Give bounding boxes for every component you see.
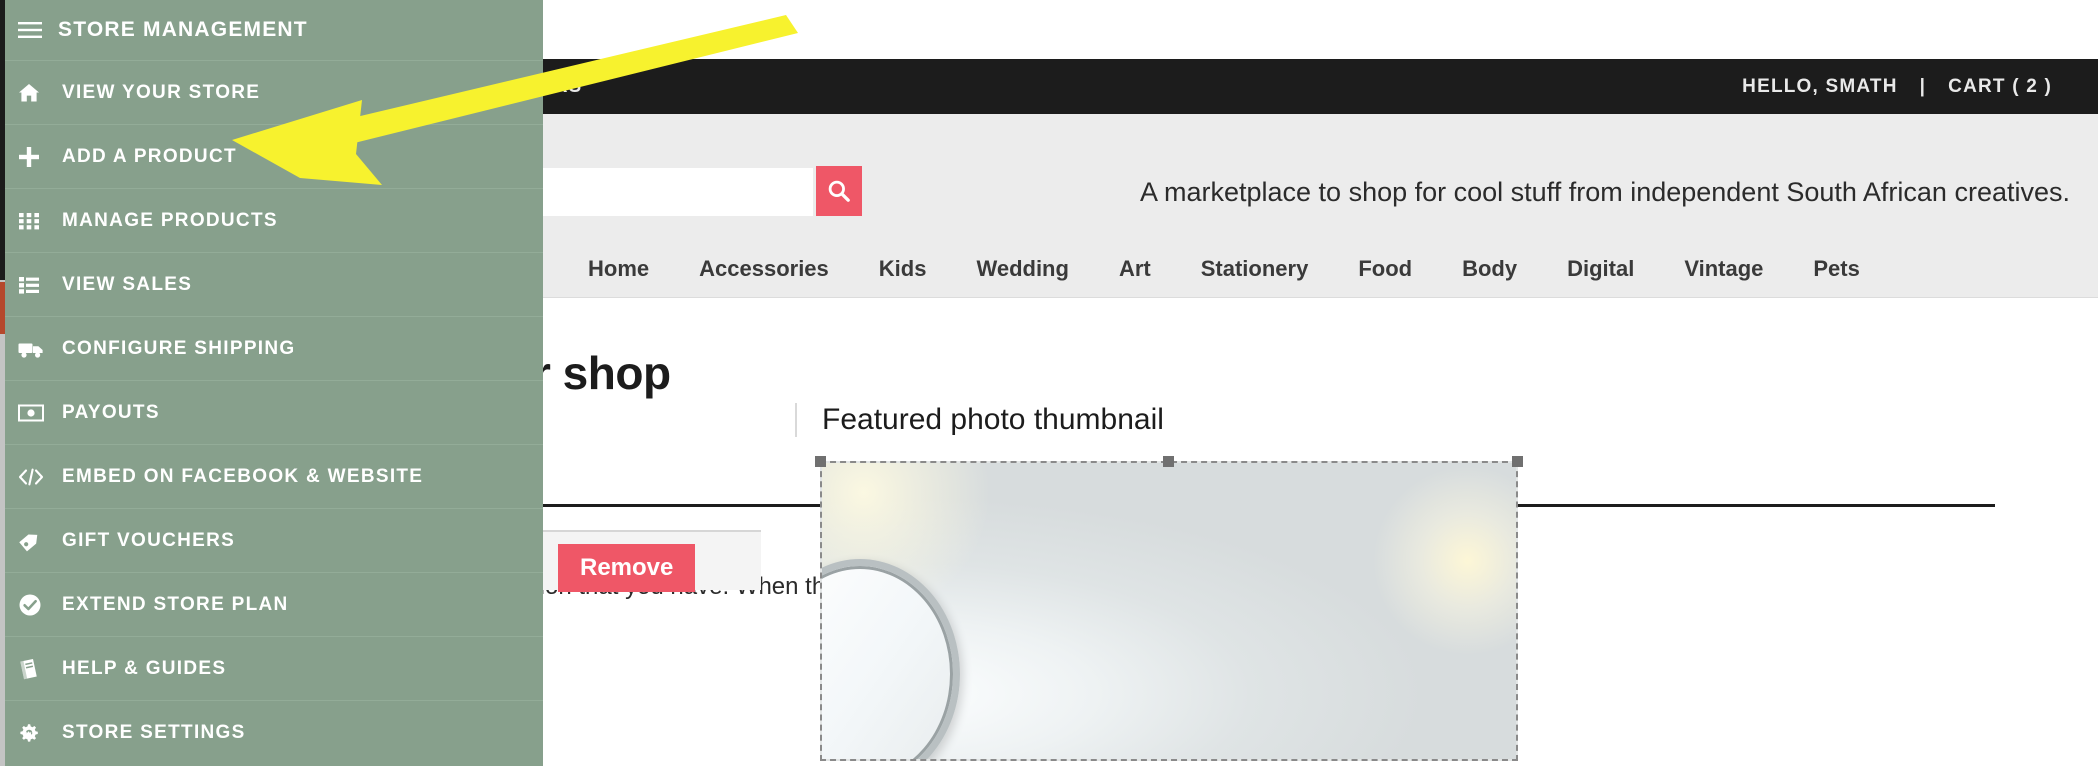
photo-lens-shape — [822, 559, 960, 759]
sidebar-item-manage-products[interactable]: MANAGE PRODUCTS — [0, 188, 543, 252]
selection-handle-top-center[interactable] — [1163, 456, 1174, 467]
book-icon — [18, 658, 62, 680]
selection-handle-top-right[interactable] — [1512, 456, 1523, 467]
page-title: r shop — [533, 347, 671, 399]
search-input[interactable] — [543, 168, 813, 216]
nav-item-digital[interactable]: Digital — [1542, 256, 1659, 282]
scrollbar-marker — [0, 282, 5, 334]
nav-item-home[interactable]: Home — [563, 256, 674, 282]
sidebar-item-view-your-store[interactable]: VIEW YOUR STORE — [0, 60, 543, 124]
category-nav: Home Accessories Kids Wedding Art Statio… — [543, 240, 2098, 298]
scrollbar-thumb[interactable] — [0, 0, 5, 280]
nav-item-pets[interactable]: Pets — [1788, 256, 1884, 282]
tag-icon — [18, 530, 62, 552]
list-icon — [18, 275, 62, 295]
plus-icon — [18, 146, 62, 168]
sidebar-item-label: CONFIGURE SHIPPING — [62, 337, 296, 359]
sidebar-item-gift-vouchers[interactable]: GIFT VOUCHERS — [0, 508, 543, 572]
check-circle-icon — [18, 593, 62, 617]
sidebar-item-view-sales[interactable]: VIEW SALES — [0, 252, 543, 316]
screenshot-root: MERS HELLO, SMATH | CART ( 2 ) A marketp… — [0, 0, 2098, 766]
truck-icon — [18, 339, 62, 359]
grid-icon — [18, 211, 62, 231]
nav-item-body[interactable]: Body — [1437, 256, 1542, 282]
nav-item-food[interactable]: Food — [1333, 256, 1437, 282]
sidebar-item-label: PAYOUTS — [62, 401, 160, 423]
home-icon — [18, 83, 62, 103]
nav-item-accessories[interactable]: Accessories — [674, 256, 854, 282]
nav-item-wedding[interactable]: Wedding — [951, 256, 1093, 282]
greeting-label[interactable]: HELLO, SMATH — [1720, 59, 1919, 114]
sidebar-item-label: VIEW YOUR STORE — [62, 81, 261, 103]
sidebar-item-help-and-guides[interactable]: HELP & GUIDES — [0, 636, 543, 700]
nav-item-vintage[interactable]: Vintage — [1659, 256, 1788, 282]
sidebar-header[interactable]: STORE MANAGEMENT — [0, 0, 543, 60]
money-icon — [18, 404, 62, 422]
upload-thumb-panel: Remove — [533, 530, 761, 592]
featured-photo-thumbnail[interactable] — [820, 461, 1518, 761]
sidebar-item-label: GIFT VOUCHERS — [62, 529, 236, 551]
sidebar-header-label: STORE MANAGEMENT — [58, 18, 308, 41]
sidebar-item-payouts[interactable]: PAYOUTS — [0, 380, 543, 444]
sidebar-item-label: STORE SETTINGS — [62, 721, 246, 743]
hamburger-menu-icon[interactable] — [18, 21, 42, 39]
sidebar-item-label: VIEW SALES — [62, 273, 193, 295]
featured-photo-section: Featured photo thumbnail — [795, 403, 1995, 437]
main-content: r shop tion that you have. When they're … — [533, 298, 2098, 766]
sidebar-item-extend-store-plan[interactable]: EXTEND STORE PLAN — [0, 572, 543, 636]
topbar-account-group: HELLO, SMATH | CART ( 2 ) — [1720, 59, 2074, 114]
code-icon — [18, 467, 62, 487]
selection-handle-top-left[interactable] — [815, 456, 826, 467]
sidebar-item-label: MANAGE PRODUCTS — [62, 209, 278, 231]
nav-item-kids[interactable]: Kids — [854, 256, 952, 282]
sidebar-item-configure-shipping[interactable]: CONFIGURE SHIPPING — [0, 316, 543, 380]
featured-photo-title: Featured photo thumbnail — [822, 403, 1164, 436]
remove-button[interactable]: Remove — [558, 544, 696, 592]
sidebar-item-add-a-product[interactable]: ADD A PRODUCT — [0, 124, 543, 188]
sidebar-item-label: HELP & GUIDES — [62, 657, 227, 679]
account-topbar: MERS HELLO, SMATH | CART ( 2 ) — [523, 59, 2098, 114]
site-tagline: A marketplace to shop for cool stuff fro… — [1139, 177, 2070, 207]
browser-scrollbar[interactable] — [0, 0, 5, 766]
gears-icon — [18, 721, 62, 745]
search-button[interactable] — [816, 166, 862, 216]
cart-link[interactable]: CART ( 2 ) — [1926, 59, 2074, 114]
sidebar-item-label: EMBED ON FACEBOOK & WEBSITE — [62, 465, 424, 487]
nav-item-stationery[interactable]: Stationery — [1176, 256, 1334, 282]
store-management-sidebar: STORE MANAGEMENT VIEW YOUR STORE ADD A P… — [0, 0, 543, 766]
sidebar-item-label: EXTEND STORE PLAN — [62, 593, 289, 615]
featured-photo-image — [822, 463, 1516, 759]
search-input-wrapper[interactable] — [543, 168, 813, 216]
sidebar-item-store-settings[interactable]: STORE SETTINGS — [0, 700, 543, 764]
sidebar-item-embed-on-facebook-and-website[interactable]: EMBED ON FACEBOOK & WEBSITE — [0, 444, 543, 508]
nav-item-art[interactable]: Art — [1094, 256, 1176, 282]
sidebar-item-label: ADD A PRODUCT — [62, 145, 237, 167]
search-icon — [828, 180, 850, 202]
